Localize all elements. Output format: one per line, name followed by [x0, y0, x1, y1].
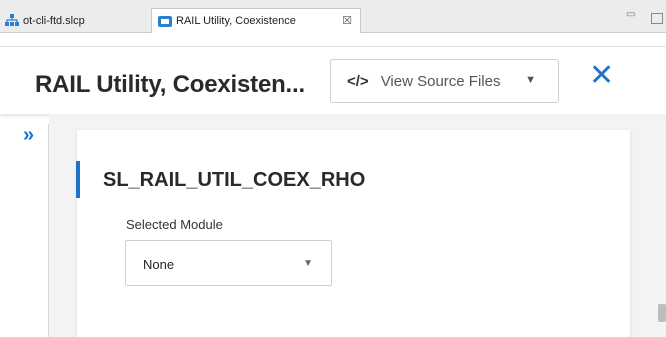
- component-icon: [158, 15, 172, 27]
- page-title: RAIL Utility, Coexisten...: [35, 71, 305, 98]
- selected-module-label: Selected Module: [126, 217, 223, 232]
- maximize-icon[interactable]: [651, 13, 663, 24]
- close-button[interactable]: ✕: [589, 61, 614, 91]
- selected-module-select[interactable]: None ▼: [125, 240, 332, 286]
- tab-label: ot-cli-ftd.slcp: [23, 14, 85, 27]
- view-source-files-dropdown[interactable]: </> View Source Files ▼: [330, 59, 559, 103]
- editor-tab-bar: ot-cli-ftd.slcp RAIL Utility, Coexistenc…: [0, 0, 666, 33]
- chevron-down-icon: ▼: [525, 74, 536, 86]
- chevron-down-icon: ▼: [303, 258, 313, 269]
- view-source-files-label: View Source Files: [380, 72, 501, 90]
- expand-sidebar-icon[interactable]: »: [23, 124, 34, 147]
- minimize-icon[interactable]: ▭: [626, 9, 635, 20]
- tab-label: RAIL Utility, Coexistence: [176, 15, 296, 27]
- section-title: SL_RAIL_UTIL_COEX_RHO: [103, 169, 366, 191]
- section-accent-bar: [76, 161, 80, 198]
- component-header: RAIL Utility, Coexisten... </> View Sour…: [0, 46, 666, 114]
- selected-module-value: None: [143, 257, 175, 272]
- scrollbar-thumb[interactable]: [658, 304, 666, 322]
- sidebar-divider: [48, 124, 49, 337]
- config-card: [77, 130, 630, 337]
- tab-close-icon[interactable]: ☒: [342, 14, 352, 27]
- code-icon: </>: [347, 72, 369, 90]
- tab-rail-utility-coexistence[interactable]: RAIL Utility, Coexistence ☒: [151, 8, 361, 33]
- tab-ot-cli-ftd[interactable]: ot-cli-ftd.slcp: [3, 8, 148, 33]
- project-icon: [5, 14, 19, 26]
